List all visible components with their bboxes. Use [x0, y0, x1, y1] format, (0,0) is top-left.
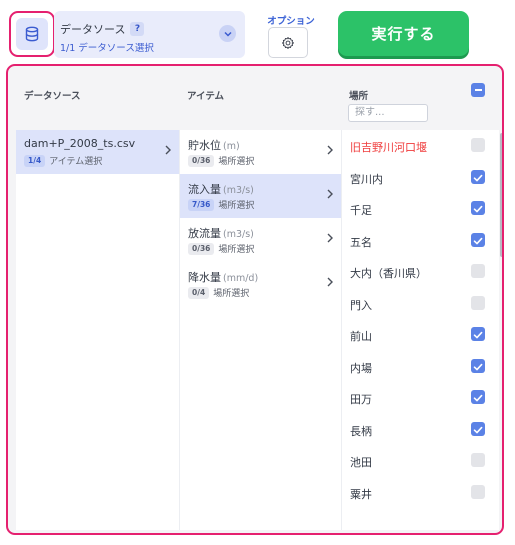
chevron-down-icon[interactable] — [219, 25, 236, 42]
location-checkbox[interactable] — [471, 453, 485, 467]
location-name: 旧吉野川河口堰 — [350, 141, 427, 154]
location-row[interactable]: 千足 — [342, 193, 492, 224]
location-checkbox[interactable] — [471, 138, 485, 152]
item-row[interactable]: 放流量 (m3/s) 0/36 場所選択 — [180, 218, 341, 262]
database-icon — [16, 18, 48, 50]
location-row[interactable]: 宮川内 — [342, 162, 492, 193]
datasource-toggle-button[interactable] — [9, 11, 55, 57]
selection-panel: データソース アイテム 場所 探す... dam+P_2008_ts.csv 1… — [6, 64, 504, 535]
location-search-input[interactable]: 探す... — [348, 104, 428, 122]
location-name: 田万 — [350, 393, 372, 406]
item-name: 流入量 (m3/s) — [188, 183, 254, 196]
location-checkbox[interactable] — [471, 390, 485, 404]
item-count-badge: 0/4 — [188, 286, 210, 299]
item-row[interactable]: 流入量 (m3/s) 7/36 場所選択 — [180, 174, 341, 218]
item-count-badge: 0/36 — [188, 154, 215, 167]
location-row[interactable]: 五名 — [342, 225, 492, 256]
datasource-name: dam+P_2008_ts.csv — [24, 137, 136, 150]
location-name: 内場 — [350, 361, 372, 375]
gear-icon — [281, 36, 294, 49]
location-name: 長柄 — [350, 424, 372, 438]
item-meta: 0/36 場所選択 — [188, 154, 254, 167]
location-name: 前山 — [350, 330, 372, 343]
select-all-checkbox[interactable] — [471, 83, 485, 97]
location-row[interactable]: 旧吉野川河口堰 — [342, 130, 492, 161]
location-checkbox[interactable] — [471, 484, 485, 499]
location-checkbox[interactable] — [471, 358, 485, 373]
item-name: 降水量 (mm/d) — [188, 271, 259, 284]
datasource-column: dam+P_2008_ts.csv 1/4 アイテム選択 — [16, 130, 179, 530]
item-row[interactable]: 貯水位 (m) 0/36 場所選択 — [180, 130, 341, 174]
item-column: 貯水位 (m) 0/36 場所選択 流入量 (m3/s) 7/36 場所選択 放流量 (m… — [179, 130, 341, 530]
chevron-right-icon — [327, 233, 333, 243]
chevron-right-icon — [327, 145, 333, 155]
location-row[interactable]: 粟井 — [342, 477, 492, 508]
location-row[interactable]: 大内（香川県） — [342, 256, 492, 287]
location-name: 五名 — [350, 235, 372, 249]
location-name: 大内（香川県） — [350, 267, 427, 280]
scrollbar-thumb[interactable] — [500, 133, 502, 257]
item-count-badge: 0/36 — [188, 242, 215, 255]
chevron-right-icon — [165, 145, 171, 155]
datasource-column-header: データソース — [24, 91, 81, 102]
datasource-title-label: データソース — [60, 23, 126, 36]
options-button[interactable] — [268, 27, 308, 58]
item-meta: 0/4 場所選択 — [188, 286, 249, 299]
location-column: 旧吉野川河口堰 宮川内千足五名大内（香川県） 門入前山内場田万長柄池田粟井 — [341, 130, 499, 530]
item-meta: 7/36 場所選択 — [188, 198, 254, 211]
chevron-right-icon — [327, 277, 333, 287]
location-checkbox[interactable] — [471, 232, 485, 247]
datasource-subtitle: 1/1 データソース選択 — [60, 43, 154, 54]
datasource-meta-label: アイテム選択 — [49, 157, 103, 167]
location-checkbox[interactable] — [471, 421, 485, 436]
item-meta: 0/36 場所選択 — [188, 242, 254, 255]
item-name: 放流量 (m3/s) — [188, 227, 254, 240]
location-row[interactable]: 前山 — [342, 319, 492, 350]
location-checkbox[interactable] — [471, 264, 485, 278]
item-row[interactable]: 降水量 (mm/d) 0/4 場所選択 — [180, 262, 341, 306]
location-column-header: 場所 — [349, 91, 369, 102]
location-row[interactable]: 長柄 — [342, 414, 492, 445]
item-name: 貯水位 (m) — [188, 139, 240, 152]
chevron-right-icon — [327, 189, 333, 199]
item-count-badge: 7/36 — [188, 198, 215, 211]
location-name: 宮川内 — [350, 172, 383, 186]
location-row[interactable]: 門入 — [342, 288, 492, 319]
item-column-header: アイテム — [187, 91, 225, 102]
location-name: 粟井 — [350, 487, 372, 501]
datasource-selector[interactable]: データソース ? 1/1 データソース選択 — [54, 11, 245, 58]
help-icon[interactable]: ? — [130, 22, 145, 36]
location-row[interactable]: 池田 — [342, 445, 492, 476]
datasource-meta: 1/4 アイテム選択 — [24, 154, 102, 167]
location-name: 千足 — [350, 204, 372, 217]
datasource-row[interactable]: dam+P_2008_ts.csv 1/4 アイテム選択 — [16, 130, 179, 174]
run-button[interactable]: 実行する — [338, 11, 469, 56]
location-checkbox[interactable] — [471, 201, 485, 215]
datasource-count-badge: 1/4 — [24, 154, 46, 167]
location-row[interactable]: 田万 — [342, 382, 492, 413]
location-checkbox[interactable] — [471, 295, 485, 310]
location-name: 門入 — [350, 298, 372, 312]
datasource-title: データソース ? — [60, 21, 145, 37]
location-checkbox[interactable] — [471, 327, 485, 341]
location-checkbox[interactable] — [471, 169, 485, 184]
location-scrollbar[interactable] — [499, 130, 502, 530]
location-row[interactable]: 内場 — [342, 351, 492, 382]
location-name: 池田 — [350, 456, 372, 469]
options-label: オプション — [267, 16, 315, 27]
